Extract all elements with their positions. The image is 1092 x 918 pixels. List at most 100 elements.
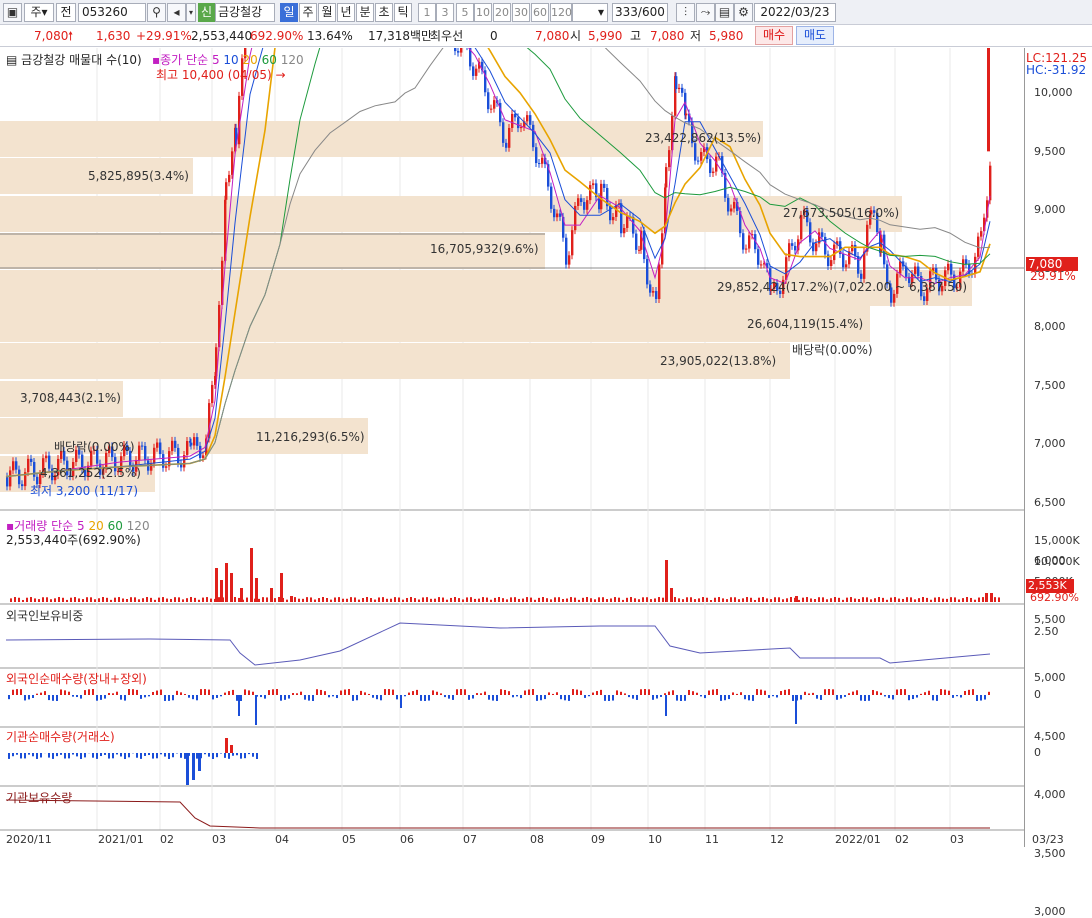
- foreign-net-bar: [264, 695, 266, 699]
- interval-button-120[interactable]: 120: [550, 3, 572, 22]
- volume-bar: [150, 598, 152, 602]
- candle: [712, 172, 714, 173]
- price-panel-title[interactable]: ▤ 금강철강 매물대 수(10): [6, 51, 142, 68]
- date-tick: 10: [648, 833, 662, 846]
- volume-bar: [686, 597, 688, 602]
- volume-bar: [906, 597, 908, 602]
- volume-bar: [678, 598, 680, 602]
- interval-button-30[interactable]: 30: [512, 3, 530, 22]
- layout-icon[interactable]: ▣: [3, 3, 22, 22]
- inst-net-bar: [240, 753, 242, 759]
- inst-net-bar: [92, 753, 94, 758]
- interval-button-3[interactable]: 3: [436, 3, 454, 22]
- foreign-net-bar: [452, 695, 454, 700]
- foreign-net-bar: [488, 695, 490, 700]
- stock-chart[interactable]: [0, 48, 1092, 847]
- volume-bar: [358, 600, 360, 602]
- volume-bar: [178, 597, 180, 602]
- inst-net-spike-up: [230, 745, 233, 753]
- period-tab-5[interactable]: 초: [375, 3, 393, 22]
- volume-bar: [82, 599, 84, 602]
- count-input[interactable]: 333/600: [612, 3, 668, 22]
- volume-spike: [665, 560, 668, 602]
- prev-button[interactable]: 전: [56, 3, 76, 22]
- foreign-net-bar: [120, 695, 122, 700]
- foreign-net-bar: [284, 695, 286, 700]
- interval-button-5[interactable]: 5: [456, 3, 474, 22]
- volume-bar: [554, 597, 556, 602]
- period-tab-1[interactable]: 주: [299, 3, 317, 22]
- dropdown-arrow-icon[interactable]: ▾: [186, 3, 196, 22]
- foreign-net-bar: [44, 691, 46, 695]
- interval-button-10[interactable]: 10: [474, 3, 492, 22]
- foreign-net-bar: [376, 695, 378, 699]
- price-ytick: 4,000: [1034, 788, 1066, 801]
- foreign-net-title[interactable]: 외국인순매수량(장내+장외): [6, 670, 147, 687]
- volume-bar: [494, 598, 496, 602]
- foreign-net-bar: [720, 695, 722, 701]
- buy-button[interactable]: 매수: [755, 26, 793, 45]
- foreign-net-bar: [668, 692, 670, 695]
- volume-bar: [346, 599, 348, 602]
- stock-name[interactable]: 금강철강: [215, 3, 275, 22]
- foreign-net-bar: [960, 695, 962, 697]
- period-select[interactable]: 주▾: [24, 3, 54, 22]
- foreign-net-bar: [168, 695, 170, 701]
- volume-bar: [182, 599, 184, 602]
- candle: [193, 437, 195, 445]
- inst-net-bar: [168, 753, 170, 759]
- inst-net-bar: [172, 753, 174, 757]
- date-tick: 06: [400, 833, 414, 846]
- sell-button[interactable]: 매도: [796, 26, 834, 45]
- volume-bar: [126, 599, 128, 602]
- candle: [655, 291, 657, 299]
- foreign-net-bar: [312, 695, 314, 701]
- inst-net-spike-up: [225, 738, 228, 753]
- inst-net-title[interactable]: 기관순매수량(거래소): [6, 728, 115, 745]
- candle: [520, 127, 522, 128]
- date-input[interactable]: 2022/03/23: [754, 3, 836, 22]
- volume-bar: [114, 598, 116, 602]
- foreign-ratio-title[interactable]: 외국인보유비중: [6, 607, 83, 624]
- volume-bar: [798, 600, 800, 602]
- interval-button-20[interactable]: 20: [493, 3, 511, 22]
- candle-type-icon[interactable]: ⫶: [676, 3, 695, 22]
- period-tab-2[interactable]: 월: [318, 3, 336, 22]
- volume-bar: [622, 600, 624, 602]
- interval-custom-input[interactable]: ▾: [572, 3, 608, 22]
- inst-net-bar: [248, 753, 250, 754]
- inst-hold-title[interactable]: 기관보유수량: [6, 789, 72, 806]
- price-ytick: 10,000: [1034, 86, 1073, 99]
- volume-bar: [30, 597, 32, 602]
- save-icon[interactable]: ▤: [715, 3, 734, 22]
- date-tick: 08: [530, 833, 544, 846]
- foreign-net-bar: [48, 695, 50, 700]
- inst-net-bar: [68, 753, 70, 758]
- candle: [649, 284, 651, 292]
- volume-bar: [822, 597, 824, 602]
- volume-bar: [578, 600, 580, 602]
- volume-bar: [882, 598, 884, 602]
- period-tab-0[interactable]: 일: [280, 3, 298, 22]
- search-icon[interactable]: ⚲: [147, 3, 166, 22]
- foreign-net-bar: [656, 695, 658, 699]
- foreign-net-bar: [872, 690, 874, 695]
- foreign-net-bar: [492, 695, 494, 701]
- settings-icon[interactable]: ⚙: [734, 3, 753, 22]
- candle: [487, 92, 489, 109]
- foreign-net-bar: [908, 695, 910, 700]
- period-tab-4[interactable]: 분: [356, 3, 374, 22]
- candle: [851, 245, 853, 251]
- period-tab-3[interactable]: 년: [337, 3, 355, 22]
- volume-bar: [18, 598, 20, 602]
- stock-code-input[interactable]: 053260: [78, 3, 146, 22]
- draw-tool-icon[interactable]: ⤳: [696, 3, 715, 22]
- volume-spike: [795, 596, 798, 602]
- foreign-net-bar: [524, 691, 526, 695]
- interval-button-1[interactable]: 1: [418, 3, 436, 22]
- inst-net-bar: [84, 753, 86, 757]
- period-tab-6[interactable]: 틱: [394, 3, 412, 22]
- interval-button-60[interactable]: 60: [531, 3, 549, 22]
- dropdown-icon[interactable]: ◂: [167, 3, 186, 22]
- volume-spike: [225, 563, 228, 602]
